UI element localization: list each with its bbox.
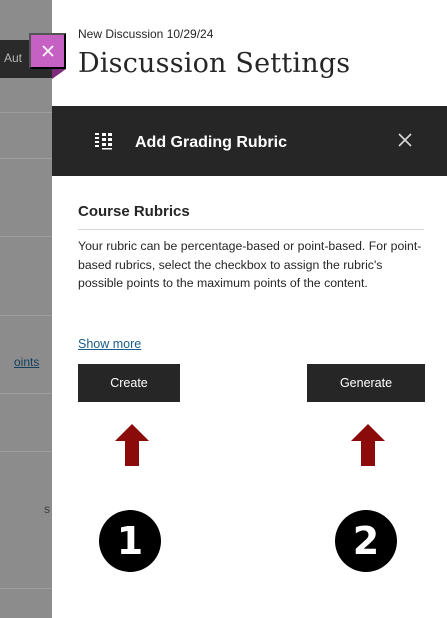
breadcrumb: New Discussion 10/29/24 [78,27,214,41]
rubric-description: Your rubric can be percentage-based or p… [78,239,422,290]
background-page: Aut s [0,0,52,618]
up-arrow-icon [351,424,385,466]
background-points-link[interactable]: oints [14,355,39,369]
section-heading: Course Rubrics [78,203,190,220]
background-divider [0,588,52,589]
up-arrow-icon [115,424,149,466]
rubric-grid-icon [95,133,112,150]
close-icon [41,45,54,57]
background-topbar-text: Aut [4,51,23,65]
page-title: Discussion Settings [78,48,351,79]
background-divider [0,236,52,237]
background-text: s [44,502,50,516]
background-divider [0,112,52,113]
close-icon [398,133,412,147]
step-badge-1: 1 [99,510,161,572]
generate-button[interactable]: Generate [307,364,425,402]
rubric-close-button[interactable] [394,129,416,151]
background-divider [0,158,52,159]
close-panel-button[interactable] [29,33,66,69]
background-divider [0,315,52,316]
create-button[interactable]: Create [78,364,180,402]
show-more-link[interactable]: Show more [78,337,141,351]
background-divider [0,451,52,452]
rubric-header-title: Add Grading Rubric [135,134,287,151]
background-divider [0,393,52,394]
section-divider [78,229,424,230]
step-badge-2: 2 [335,510,397,572]
